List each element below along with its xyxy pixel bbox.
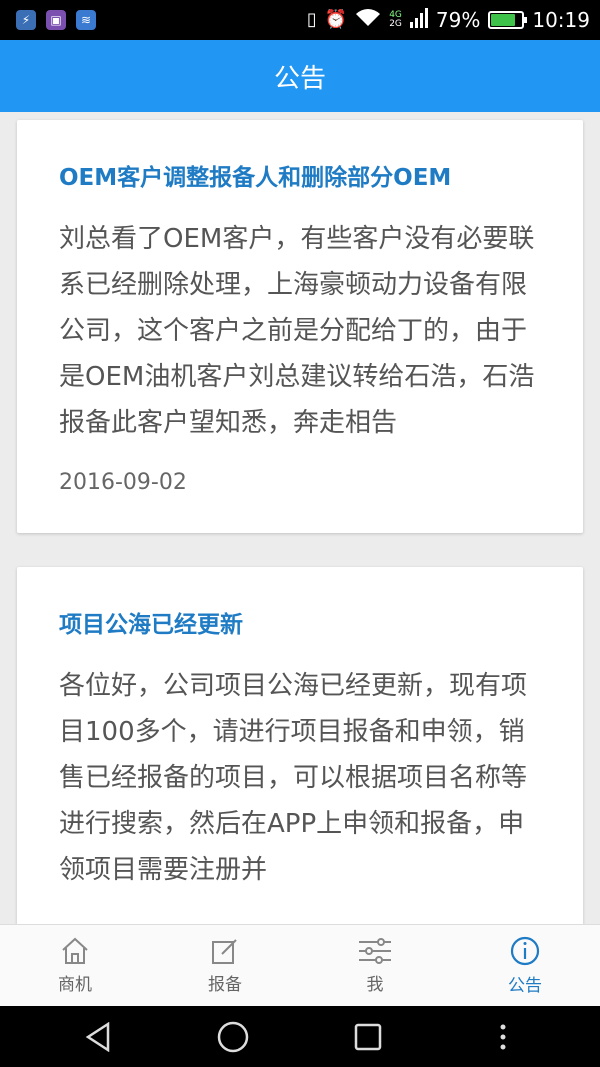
system-navigation-bar — [0, 1006, 600, 1067]
network-bottom-label: 2G — [389, 19, 402, 29]
system-indicators: ▯ ⏰ 4G 2G 79% 10:19 — [306, 7, 590, 33]
page-title: 公告 — [273, 63, 326, 94]
status-bar: ⚡ ▣ ≋ ▯ ⏰ 4G 2G 79% 10:19 — [0, 0, 600, 40]
more-button[interactable] — [473, 1015, 533, 1059]
nav-item-report[interactable]: 报备 — [150, 925, 300, 1006]
sliders-icon — [357, 936, 393, 966]
announcement-title: 项目公海已经更新 — [59, 612, 243, 638]
recents-button[interactable] — [338, 1015, 398, 1059]
announcement-card[interactable]: OEM客户调整报备人和删除部分OEM 刘总看了OEM客户，有些客户没有必要联系已… — [17, 120, 583, 533]
bottom-navigation: 商机 报备 我 公告 — [0, 924, 600, 1006]
nav-item-announcement[interactable]: 公告 — [450, 925, 600, 1006]
app-bar: 公告 — [0, 40, 600, 112]
announcement-card[interactable]: 项目公海已经更新 各位好，公司项目公海已经更新，现有项目100多个，请进行项目报… — [17, 567, 583, 924]
more-vert-icon — [500, 1024, 505, 1049]
usb-icon: ⚡ — [16, 10, 36, 30]
app-notification-icon: ▣ — [46, 10, 66, 30]
nav-label: 报备 — [208, 975, 242, 995]
announcement-body: 各位好，公司项目公海已经更新，现有项目100多个，请进行项目报备和申领，销售已经… — [59, 671, 528, 885]
back-button[interactable] — [68, 1015, 128, 1059]
battery-fill — [491, 14, 516, 26]
recents-square-icon — [354, 1023, 381, 1050]
signal-icon — [409, 7, 428, 33]
home-button[interactable] — [203, 1015, 263, 1059]
edit-icon — [210, 936, 240, 966]
alarm-icon: ⏰ — [324, 9, 348, 30]
network-type: 4G 2G — [389, 11, 402, 29]
wifi-icon — [355, 8, 381, 33]
announcement-title: OEM客户调整报备人和删除部分OEM — [59, 165, 452, 191]
vibrate-icon: ▯ — [306, 9, 317, 30]
clock: 10:19 — [532, 8, 590, 32]
nav-item-business[interactable]: 商机 — [0, 925, 150, 1006]
announcement-body: 刘总看了OEM客户，有些客户没有必要联系已经删除处理，上海豪顿动力设备有限公司，… — [59, 224, 535, 438]
announcement-date: 2016-09-02 — [59, 470, 187, 495]
nav-label: 公告 — [508, 976, 542, 996]
home-icon — [60, 936, 90, 966]
battery-percent: 79% — [435, 8, 481, 32]
nav-label: 商机 — [58, 975, 92, 995]
nav-item-me[interactable]: 我 — [300, 925, 450, 1006]
wifi-app-icon: ≋ — [76, 10, 96, 30]
info-icon — [509, 935, 541, 967]
nav-label: 我 — [366, 975, 384, 995]
battery-icon — [488, 11, 528, 29]
home-circle-icon — [217, 1021, 248, 1052]
app-root: ⚡ ▣ ≋ ▯ ⏰ 4G 2G 79% 10:19 公告 OEM客户调整报备人和… — [0, 0, 600, 1067]
notification-icons: ⚡ ▣ ≋ — [16, 10, 96, 30]
back-triangle-icon — [85, 1021, 109, 1052]
announcement-list[interactable]: OEM客户调整报备人和删除部分OEM 刘总看了OEM客户，有些客户没有必要联系已… — [0, 112, 600, 924]
